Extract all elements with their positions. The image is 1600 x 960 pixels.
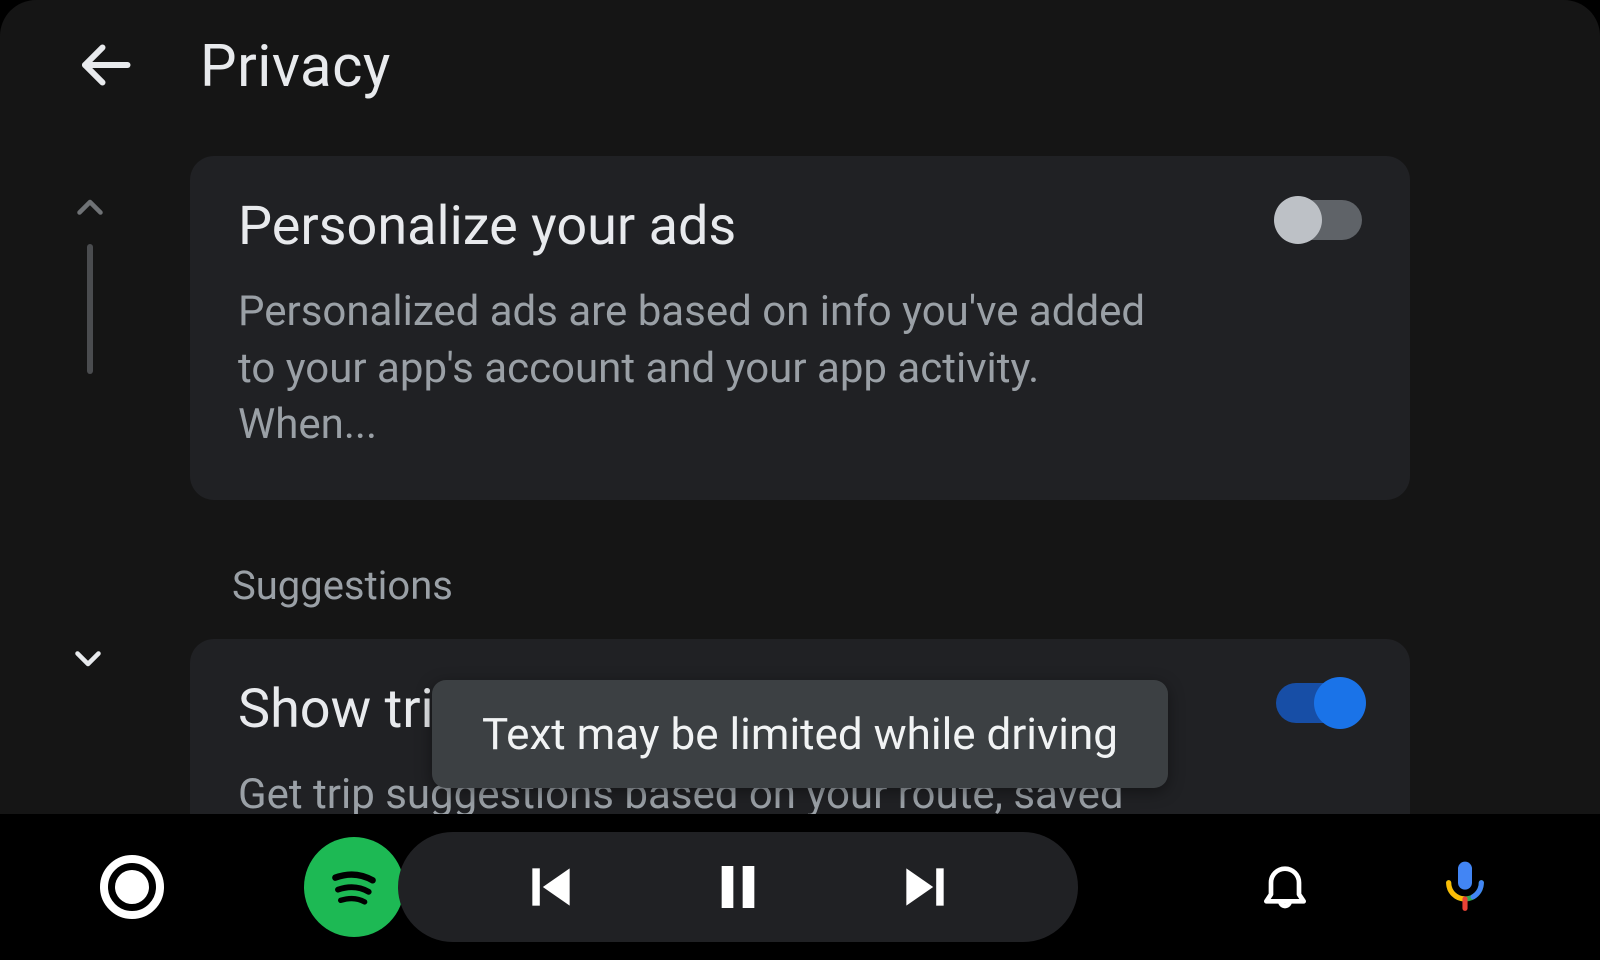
next-track-button[interactable] <box>880 842 970 932</box>
mic-icon <box>1437 857 1493 917</box>
system-navbar <box>0 814 1600 960</box>
spotify-app-icon[interactable] <box>304 837 404 937</box>
launcher-button[interactable] <box>100 855 164 919</box>
chevron-down-icon[interactable] <box>70 640 106 676</box>
previous-track-button[interactable] <box>506 842 596 932</box>
arrow-left-icon <box>75 35 135 99</box>
setting-personalize-ads[interactable]: Personalize your ads Personalized ads ar… <box>190 156 1410 500</box>
back-button[interactable] <box>70 32 140 102</box>
toggle-knob <box>1314 677 1366 729</box>
media-controls <box>398 832 1078 942</box>
setting-description: Personalized ads are based on info you'v… <box>238 284 1178 454</box>
scroll-track <box>87 244 93 374</box>
bell-icon <box>1257 857 1313 917</box>
driving-toast: Text may be limited while driving <box>432 680 1168 788</box>
toggle-personalize-ads[interactable] <box>1276 200 1362 240</box>
pause-button[interactable] <box>693 842 783 932</box>
page-title: Privacy <box>200 33 391 101</box>
toggle-trip-suggestion[interactable] <box>1276 683 1362 723</box>
toggle-knob <box>1274 196 1322 244</box>
header: Privacy <box>70 32 391 102</box>
setting-title: Personalize your ads <box>238 196 1362 258</box>
section-label-suggestions: Suggestions <box>232 562 1410 609</box>
scroll-indicator <box>70 190 110 374</box>
assistant-mic-button[interactable] <box>1430 852 1500 922</box>
chevron-up-icon[interactable] <box>72 190 108 226</box>
notifications-button[interactable] <box>1250 852 1320 922</box>
